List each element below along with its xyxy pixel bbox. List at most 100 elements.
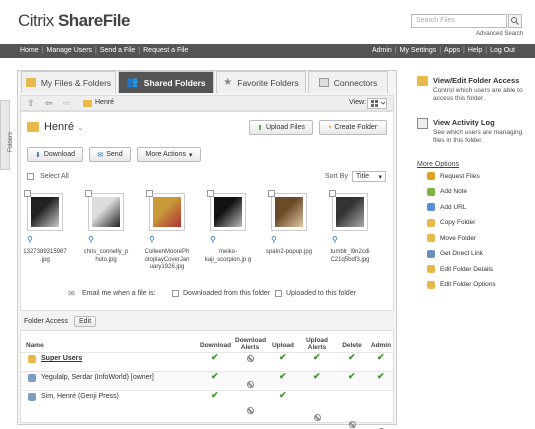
more-actions-dropdown[interactable]: More Actions ▾ (137, 147, 201, 162)
edit-access-label: Edit (78, 318, 92, 325)
permission-denied-icon (247, 407, 254, 414)
preview-magnifier-icon[interactable]: ⚲ (149, 235, 155, 244)
search-input[interactable]: Search Files (411, 14, 507, 28)
access-col-header: Upload Alerts (305, 337, 329, 351)
file-name[interactable]: tumblr_l9n2cdi C21q5bdf3.jpg (325, 249, 375, 264)
permission-granted-icon: ✔ (211, 390, 219, 400)
nav-link-send-a-file[interactable]: Send a File (100, 47, 135, 54)
nav-link-admin[interactable]: Admin (372, 47, 392, 54)
sort-by-select[interactable]: Title ▾ (352, 171, 386, 182)
view-edit-access-link[interactable]: View/Edit Folder Access (433, 76, 519, 85)
file-image (153, 197, 181, 227)
file-checkbox[interactable] (85, 190, 92, 197)
email-notification-row: ✉ Email me when a file is: Downloaded fr… (20, 286, 394, 302)
nav-link-manage-users[interactable]: Manage Users (47, 47, 93, 54)
view-toggle-button[interactable] (367, 98, 387, 109)
more-option-label: Add Note (440, 188, 468, 195)
permission-granted-icon: ✔ (348, 352, 356, 362)
tab-my-files[interactable]: My Files & Folders (21, 71, 116, 93)
nav-separator: | (439, 47, 442, 54)
more-option-edit-folder-details[interactable]: Edit Folder Details (427, 265, 493, 273)
file-checkbox[interactable] (268, 190, 275, 197)
nav-link-request-a-file[interactable]: Request a File (143, 47, 188, 54)
shared-users-icon: 👥 (126, 77, 139, 88)
more-options-heading[interactable]: More Options (417, 161, 459, 168)
email-icon: ✉ (68, 289, 75, 298)
nav-link-help[interactable]: Help (468, 47, 482, 54)
edit-folder-details-icon (427, 265, 435, 273)
permission-denied-icon (349, 421, 356, 428)
chevron-down-icon: ⌄ (77, 123, 84, 132)
grid-view-icon (371, 100, 386, 107)
preview-magnifier-icon[interactable]: ⚲ (210, 235, 216, 244)
file-thumbnail[interactable] (332, 193, 368, 231)
activity-log-icon (417, 118, 428, 129)
folder-access-header: Folder Access Edit (20, 313, 394, 331)
more-option-copy-folder[interactable]: Copy Folder (427, 218, 476, 227)
more-option-add-note[interactable]: Add Note (427, 187, 468, 196)
file-thumbnail[interactable] (149, 193, 185, 231)
more-option-edit-folder-options[interactable]: Edit Folder Options (427, 280, 496, 289)
permission-granted-icon: ✔ (377, 371, 385, 381)
file-image (336, 197, 364, 227)
top-navigation: Home | Manage Users | Send a File | Request a … (0, 44, 535, 58)
send-label: Send (106, 151, 123, 158)
file-name[interactable]: 1327389315987 .jpg (20, 249, 70, 264)
create-folder-button[interactable]: ▪ Create Folder (319, 120, 387, 135)
breadcrumb[interactable]: Henré (95, 99, 114, 106)
file-thumbnail[interactable] (88, 193, 124, 231)
search-button[interactable] (508, 14, 522, 28)
upload-files-button[interactable]: ⬆ Upload Files (249, 120, 313, 135)
file-name[interactable]: ColleenMoorePh otoplayCoverJan uary1926.… (142, 249, 192, 272)
nav-link-log-out[interactable]: Log Out (490, 47, 515, 54)
forward-arrow-icon[interactable]: ⇨ (63, 98, 71, 109)
sort-by-label: Sort By (325, 173, 348, 180)
folders-rail-toggle[interactable]: Folders (0, 100, 14, 170)
folder-title[interactable]: Henré ⌄ (44, 121, 84, 133)
up-arrow-icon[interactable]: ⇧ (27, 98, 35, 109)
send-button[interactable]: ✉ Send (89, 147, 131, 162)
edit-access-button[interactable]: Edit (74, 316, 96, 327)
view-activity-log-link[interactable]: View Activity Log (433, 118, 495, 127)
uploaded-checkbox[interactable] (275, 290, 282, 297)
more-option-label: Copy Folder (440, 219, 476, 226)
more-option-get-direct-link[interactable]: Get Direct Link (427, 249, 483, 258)
tab-shared-folders[interactable]: 👥 Shared Folders (118, 71, 214, 93)
preview-magnifier-icon[interactable]: ⚲ (271, 235, 277, 244)
top-nav-right: Admin | My Settings | Apps | Help | Log Out (372, 47, 515, 54)
download-button[interactable]: ⬇ Download (27, 147, 83, 162)
file-thumbnail[interactable] (210, 193, 246, 231)
more-option-move-folder[interactable]: Move Folder (427, 234, 476, 242)
nav-link-home[interactable]: Home (20, 47, 39, 54)
file-thumbnail[interactable] (27, 193, 63, 231)
star-icon: ★ (223, 77, 233, 88)
file-checkbox[interactable] (207, 190, 214, 197)
file-checkbox[interactable] (329, 190, 336, 197)
nav-link-apps[interactable]: Apps (444, 47, 460, 54)
advanced-search-link[interactable]: Advanced Search (476, 31, 523, 37)
permission-granted-icon: ✔ (279, 371, 287, 381)
select-all-checkbox[interactable] (27, 173, 34, 180)
nav-separator: | (394, 47, 397, 54)
downloaded-checkbox[interactable] (172, 290, 179, 297)
nav-link-my-settings[interactable]: My Settings (400, 47, 437, 54)
preview-magnifier-icon[interactable]: ⚲ (27, 235, 33, 244)
preview-magnifier-icon[interactable]: ⚲ (88, 235, 94, 244)
more-option-request-files[interactable]: Request Files (427, 172, 480, 180)
more-option-add-url[interactable]: Add URL (427, 203, 466, 211)
tab-favorite-folders[interactable]: ★ Favorite Folders (216, 71, 306, 93)
access-col-header: Download (200, 342, 232, 349)
upload-files-label: Upload Files (265, 124, 305, 131)
back-arrow-icon[interactable]: ⇦ (45, 98, 53, 109)
permission-granted-icon: ✔ (279, 352, 287, 362)
tab-connectors[interactable]: Connectors (308, 71, 388, 93)
file-name[interactable]: meiko-kaji_scorpion.jp g (203, 249, 253, 264)
file-name[interactable]: chris_connelly_p hoto.jpg (81, 249, 131, 264)
access-user-name[interactable]: Super Users (41, 355, 82, 362)
file-thumbnail[interactable] (271, 193, 307, 231)
file-name[interactable]: spain2-popup.jpg (264, 249, 314, 257)
file-checkbox[interactable] (24, 190, 31, 197)
preview-magnifier-icon[interactable]: ⚲ (332, 235, 338, 244)
file-checkbox[interactable] (146, 190, 153, 197)
permission-granted-icon: ✔ (279, 390, 287, 400)
